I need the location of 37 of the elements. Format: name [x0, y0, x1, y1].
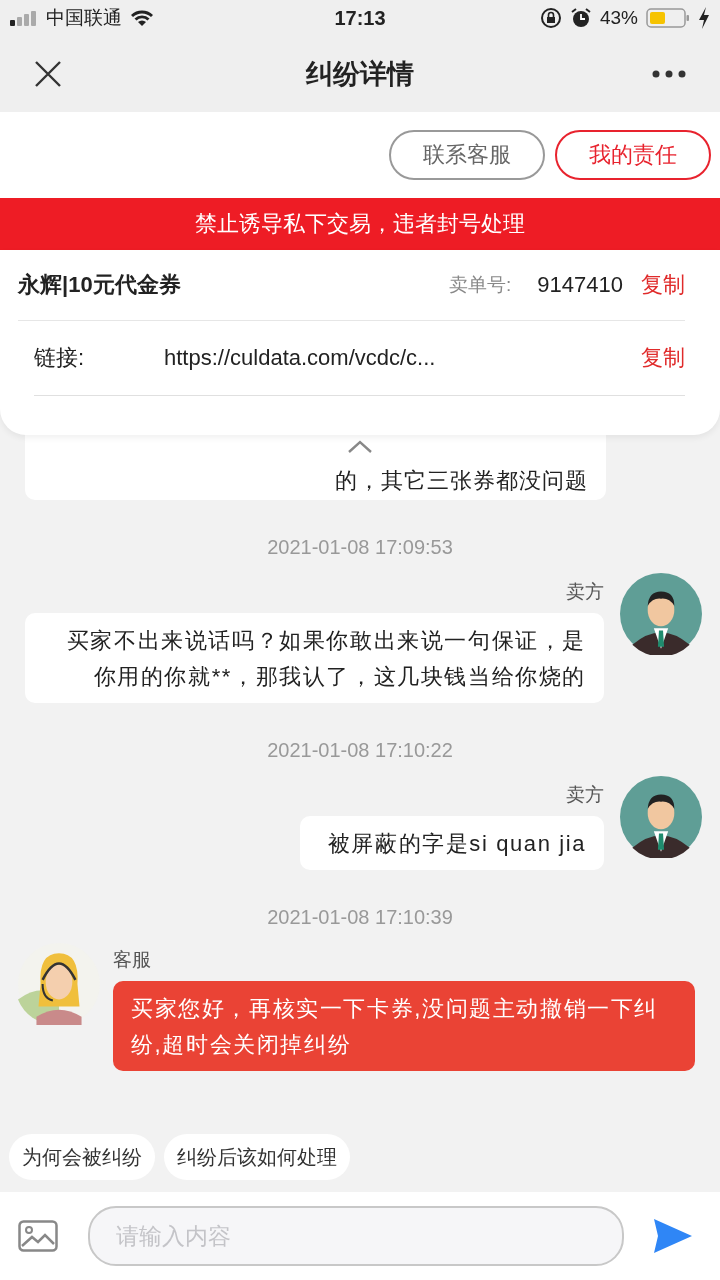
- copy-link[interactable]: 复制: [641, 270, 685, 300]
- copy-link[interactable]: 复制: [641, 343, 685, 373]
- sender-name: 卖方: [566, 783, 604, 807]
- quick-reply-chip[interactable]: 纠纷后该如何处理: [164, 1134, 350, 1180]
- sender-name: 客服: [113, 948, 151, 972]
- link-label: 链接:: [34, 344, 86, 372]
- clock-time: 17:13: [334, 6, 386, 30]
- order-name: 永辉|10元代金券: [18, 271, 182, 299]
- message-bubble: 买家不出来说话吗？如果你敢出来说一句保证，是你用的你就**，那我认了，这几块钱当给你烧的: [25, 613, 604, 703]
- link-url: https://culdata.com/vcdc/c...: [164, 345, 437, 371]
- chevron-up-icon: [347, 440, 373, 454]
- timestamp: 2021-01-08 17:09:53: [266, 536, 454, 559]
- message-bubble: 被屏蔽的字是si quan jia: [299, 816, 604, 870]
- send-icon[interactable]: [654, 1219, 692, 1253]
- charging-icon: [698, 7, 710, 29]
- message-bubble: 买家您好，再核实一下卡券,没问题主动撤销一下纠纷,超时会关闭掉纠纷: [113, 981, 695, 1071]
- alarm-icon: [569, 7, 592, 29]
- contact-button[interactable]: 联系客服: [389, 130, 545, 180]
- battery-icon: [646, 8, 690, 28]
- battery-percent: 43%: [599, 7, 638, 29]
- responsibility-button[interactable]: 我的责任: [555, 130, 711, 180]
- rotation-lock-icon: [539, 7, 562, 29]
- signal-icon: [10, 10, 38, 26]
- warning-banner: 禁止诱导私下交易，违者封号处理: [0, 198, 720, 250]
- message-text: 的，其它三张券都没问题: [335, 468, 588, 493]
- close-icon[interactable]: [34, 60, 62, 88]
- order-number-label: 卖单号:: [449, 273, 512, 297]
- timestamp: 2021-01-08 17:10:39: [266, 906, 454, 929]
- sender-name: 卖方: [566, 580, 604, 604]
- quick-reply-chip[interactable]: 为何会被纠纷: [9, 1134, 155, 1180]
- timestamp: 2021-01-08 17:10:22: [266, 739, 454, 762]
- more-icon[interactable]: [652, 70, 686, 78]
- image-icon[interactable]: [18, 1220, 58, 1252]
- page-title: 纠纷详情: [306, 58, 414, 91]
- order-number: 9147410: [537, 272, 623, 298]
- carrier-name: 中国联通: [46, 6, 122, 30]
- wifi-icon: [130, 9, 154, 27]
